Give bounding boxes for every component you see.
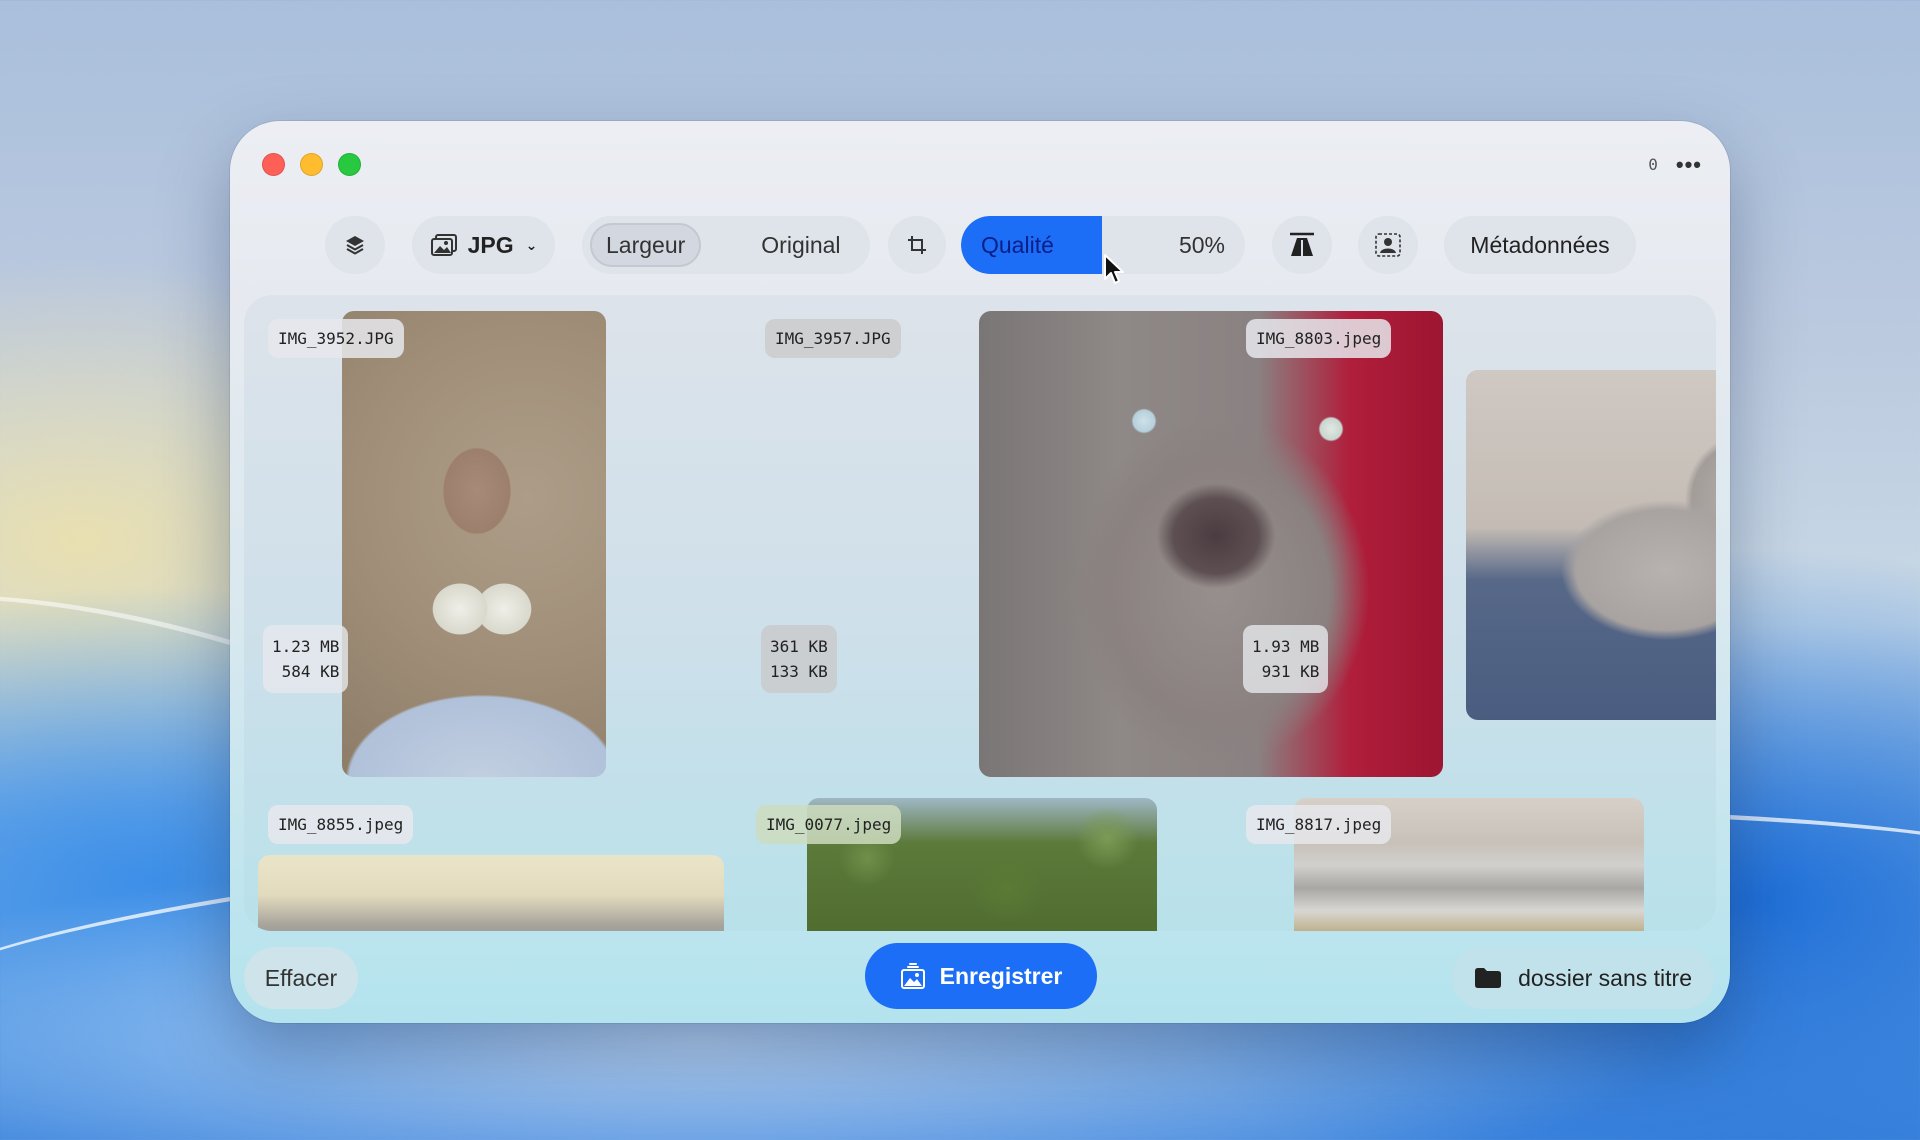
image-count: 0 xyxy=(1648,155,1658,174)
format-label: JPG xyxy=(467,231,514,258)
toolbar: JPG ⌄ Largeur Original Qualité 50% Métad… xyxy=(230,216,1730,274)
compressed-size: 931 KB xyxy=(1261,662,1320,681)
more-button[interactable]: ••• xyxy=(1676,153,1702,175)
resize-value[interactable]: Original xyxy=(761,232,840,259)
image-size-badge: 1.93 MB 931 KB xyxy=(1243,625,1329,693)
person-button[interactable] xyxy=(1358,216,1418,274)
image-name-tag: IMG_8817.jpeg xyxy=(1246,805,1392,844)
close-button[interactable] xyxy=(262,153,285,176)
layers-icon xyxy=(346,236,364,255)
folder-icon xyxy=(1475,968,1502,988)
destination-folder-button[interactable]: dossier sans titre xyxy=(1452,947,1714,1009)
format-dropdown[interactable]: JPG ⌄ xyxy=(412,216,555,274)
image-thumbnail[interactable] xyxy=(258,855,724,931)
image-thumbnail[interactable] xyxy=(1466,370,1716,720)
resize-control[interactable]: Largeur Original xyxy=(582,216,870,274)
maximize-button[interactable] xyxy=(338,153,361,176)
app-window: 0 ••• JPG ⌄ Largeur Original Qualité 50%… xyxy=(230,121,1730,1023)
original-size: 361 KB xyxy=(770,637,828,656)
original-size: 1.23 MB xyxy=(272,637,340,656)
image-name-tag: IMG_8855.jpeg xyxy=(268,805,414,844)
chevron-down-icon: ⌄ xyxy=(525,236,538,253)
image-size-badge: 361 KB 133 KB xyxy=(761,625,837,693)
folder-label: dossier sans titre xyxy=(1518,964,1692,991)
original-size: 1.93 MB xyxy=(1252,637,1320,656)
resize-mode-button[interactable]: Largeur xyxy=(590,223,702,267)
compressed-size: 584 KB xyxy=(281,662,340,681)
perspective-button[interactable] xyxy=(1272,216,1332,274)
image-name-tag: IMG_3952.JPG xyxy=(268,319,404,358)
image-size-badge: 1.23 MB 584 KB xyxy=(263,625,349,693)
title-bar-accessories: 0 ••• xyxy=(1648,153,1702,175)
person-icon xyxy=(1375,233,1401,257)
image-name-tag: IMG_0077.jpeg xyxy=(756,805,902,844)
image-format-icon xyxy=(430,234,457,256)
layers-button[interactable] xyxy=(325,216,385,274)
image-thumbnail[interactable] xyxy=(342,311,606,777)
metadata-button[interactable]: Métadonnées xyxy=(1444,216,1636,274)
quality-value: 50% xyxy=(1178,231,1225,258)
clear-button[interactable]: Effacer xyxy=(244,947,358,1009)
save-label: Enregistrer xyxy=(939,962,1063,989)
window-controls xyxy=(262,153,361,176)
minimize-button[interactable] xyxy=(300,153,323,176)
image-gallery: IMG_3952.JPG 1.23 MB 584 KB IMG_3957.JPG… xyxy=(244,295,1716,931)
save-image-icon xyxy=(900,963,925,989)
mouse-cursor-icon xyxy=(1104,254,1124,284)
quality-label: Qualité xyxy=(981,231,1054,258)
save-button[interactable]: Enregistrer xyxy=(865,943,1097,1009)
crop-button[interactable] xyxy=(888,216,946,274)
crop-icon xyxy=(908,236,926,254)
image-name-tag: IMG_3957.JPG xyxy=(765,319,901,358)
image-thumbnail[interactable] xyxy=(979,311,1443,777)
perspective-icon xyxy=(1290,232,1314,256)
image-name-tag: IMG_8803.jpeg xyxy=(1246,319,1392,358)
compressed-size: 133 KB xyxy=(770,662,828,681)
